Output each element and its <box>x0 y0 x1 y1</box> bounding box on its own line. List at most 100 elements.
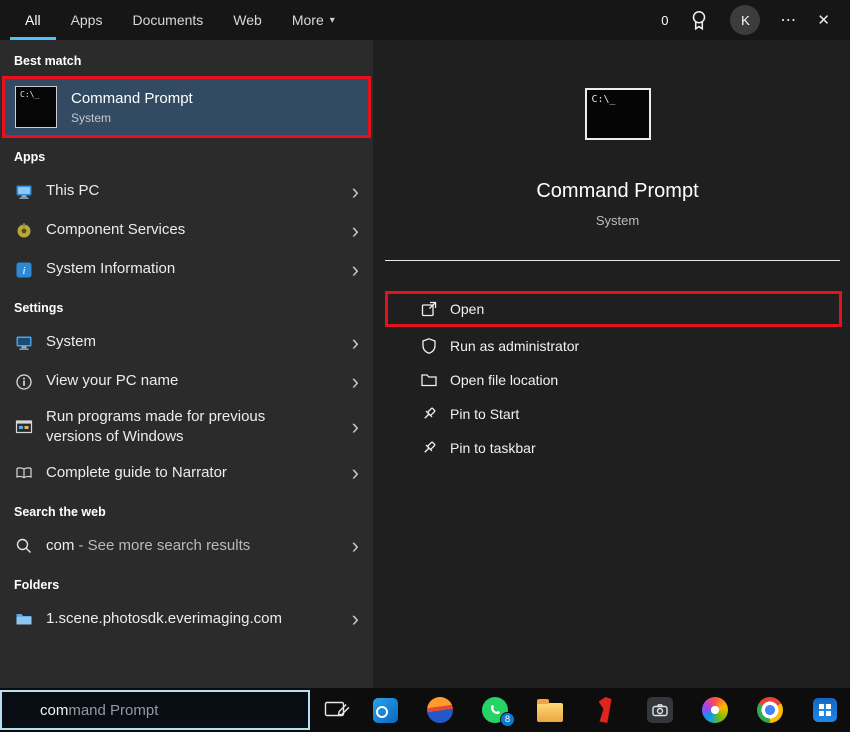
tab-all[interactable]: All <box>10 0 56 40</box>
chevron-right-icon[interactable]: › <box>344 535 359 557</box>
best-match-title: Command Prompt <box>71 89 193 107</box>
taskbar-search-input[interactable]: com mand Prompt <box>0 690 310 730</box>
best-match-subtitle: System <box>71 110 112 125</box>
more-options-button[interactable]: ⋯ <box>780 10 797 30</box>
best-match-result-command-prompt[interactable]: C:\_ Command Prompt System <box>5 79 368 135</box>
section-settings: Settings <box>14 301 64 315</box>
folder-icon <box>420 371 438 389</box>
taskbar-chrome-icon[interactable] <box>756 696 784 724</box>
taskbar-photos-app-icon[interactable] <box>701 696 729 724</box>
taskbar-camera-app-icon[interactable] <box>646 696 674 724</box>
chevron-right-icon[interactable]: › <box>344 219 359 242</box>
result-compatibility[interactable]: Run programs made for previous versions … <box>0 401 373 454</box>
taskbar-outlook-icon[interactable] <box>371 696 399 724</box>
search-icon <box>14 536 34 556</box>
pin-icon <box>420 405 438 423</box>
user-avatar[interactable]: K <box>730 5 761 35</box>
store-icon <box>813 698 837 722</box>
action-label: Pin to Start <box>450 406 520 422</box>
result-label: View your PC name <box>46 372 179 390</box>
result-label: 1.scene.photosdk.everimaging.com <box>46 609 282 627</box>
result-system-information[interactable]: i System Information › <box>0 250 373 289</box>
chevron-down-icon: ▾ <box>329 14 335 26</box>
action-label: Open file location <box>450 372 559 388</box>
preview-actions: Open Run as administrator Open file loca… <box>385 275 850 465</box>
chevron-right-icon[interactable]: › <box>344 462 359 484</box>
tab-more-label: More <box>291 12 324 28</box>
taskbar-edge-icon[interactable] <box>426 696 454 724</box>
taskbar-file-explorer-icon[interactable] <box>536 696 564 724</box>
command-prompt-icon-text: C:\_ <box>20 90 40 99</box>
red-app-icon <box>598 697 612 723</box>
chevron-right-icon[interactable]: › <box>344 370 359 393</box>
tab-apps[interactable]: Apps <box>56 0 118 40</box>
action-label: Open <box>450 301 485 317</box>
action-pin-to-start[interactable]: Pin to Start <box>385 397 850 431</box>
command-prompt-icon-large: C:\_ <box>584 88 651 140</box>
result-web-search[interactable]: com - See more search results › <box>0 527 373 566</box>
command-prompt-icon-text: C:\_ <box>591 94 616 105</box>
chevron-right-icon[interactable]: › <box>344 416 359 438</box>
open-icon <box>420 300 438 318</box>
result-view-pc-name[interactable]: View your PC name › <box>0 362 373 401</box>
command-prompt-icon: C:\_ <box>15 86 57 128</box>
web-query-suffix: - See more search results <box>74 536 251 554</box>
whatsapp-notification-badge: 8 <box>500 712 515 727</box>
info-circle-icon <box>14 372 34 392</box>
tab-more[interactable]: More ▾ <box>277 0 350 40</box>
section-apps: Apps <box>14 150 46 164</box>
annotation-best-match: C:\_ Command Prompt System <box>2 76 371 138</box>
chevron-right-icon[interactable]: › <box>344 608 359 630</box>
action-open[interactable]: Open <box>388 294 839 324</box>
chrome-icon <box>757 697 783 723</box>
result-system[interactable]: System › <box>0 323 373 362</box>
annotation-open: Open <box>385 291 842 327</box>
result-component-services[interactable]: Component Services › <box>0 211 373 250</box>
chevron-right-icon[interactable]: › <box>344 331 359 354</box>
taskbar-whatsapp-icon[interactable]: 8 <box>481 696 515 727</box>
close-button[interactable]: ✕ <box>817 11 830 29</box>
results-panel: Best match C:\_ Command Prompt System Ap… <box>0 40 373 688</box>
shield-icon <box>420 337 438 355</box>
camera-icon <box>647 697 673 723</box>
tab-web[interactable]: Web <box>218 0 277 40</box>
windows-search-screen: All Apps Documents Web More ▾ 0 K ⋯ ✕ Be… <box>0 0 850 732</box>
narrator-book-icon <box>14 463 34 483</box>
edge-icon <box>427 697 453 723</box>
result-label: Run programs made for previous versions … <box>46 408 266 446</box>
result-label: System <box>46 333 97 351</box>
task-view-button[interactable] <box>324 698 351 722</box>
action-pin-to-taskbar[interactable]: Pin to taskbar <box>385 431 850 465</box>
action-label: Run as administrator <box>450 338 580 354</box>
result-label: Component Services <box>46 221 186 239</box>
preview-panel: C:\_ Command Prompt System Open Run as a… <box>373 40 850 688</box>
taskbar-red-app-icon[interactable] <box>591 696 619 724</box>
result-label: Complete guide to Narrator <box>46 463 227 481</box>
rewards-count: 0 <box>661 12 669 28</box>
action-run-as-administrator[interactable]: Run as administrator <box>385 329 850 363</box>
result-label: This PC <box>46 182 100 200</box>
section-folders: Folders <box>14 577 60 592</box>
preview-app-title: Command Prompt <box>536 180 699 202</box>
result-label: System Information <box>46 260 176 278</box>
search-header: All Apps Documents Web More ▾ 0 K ⋯ ✕ <box>0 0 850 40</box>
search-filter-tabs: All Apps Documents Web More ▾ <box>0 0 350 40</box>
taskbar: com mand Prompt 8 <box>0 688 850 732</box>
chevron-right-icon[interactable]: › <box>344 180 359 203</box>
action-open-file-location[interactable]: Open file location <box>385 363 850 397</box>
photos-app-icon <box>702 697 728 723</box>
search-results-area: Best match C:\_ Command Prompt System Ap… <box>0 40 850 688</box>
taskbar-app-icons: 8 <box>371 696 839 727</box>
taskbar-store-icon[interactable] <box>811 696 839 724</box>
rewards-medal-icon[interactable] <box>688 9 710 31</box>
best-match-text: Command Prompt System <box>71 90 193 125</box>
tab-documents[interactable]: Documents <box>117 0 218 40</box>
preview-app-subtitle: System <box>595 213 640 228</box>
result-label: com - See more search results <box>46 536 250 556</box>
system-settings-icon <box>14 333 34 353</box>
svg-text:i: i <box>22 265 25 277</box>
result-folder[interactable]: 1.scene.photosdk.everimaging.com › <box>0 600 373 639</box>
chevron-right-icon[interactable]: › <box>344 258 359 281</box>
result-narrator-guide[interactable]: Complete guide to Narrator › <box>0 454 373 493</box>
result-this-pc[interactable]: This PC › <box>0 172 373 211</box>
